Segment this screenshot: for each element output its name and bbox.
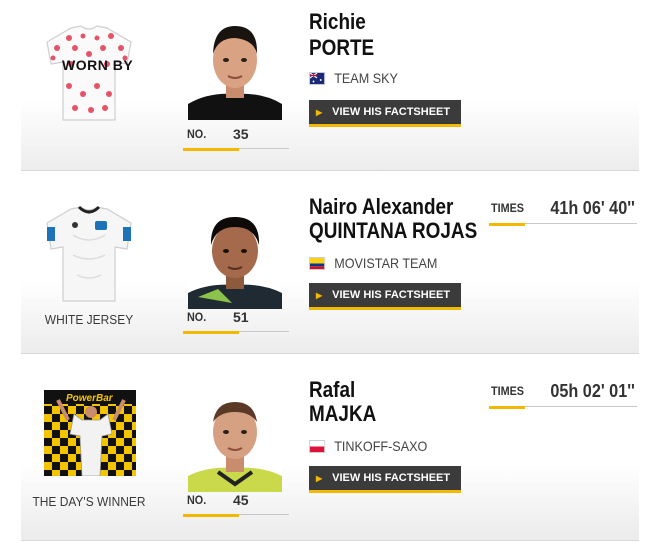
times-underline <box>489 406 525 409</box>
play-arrow-icon: ▶ <box>316 473 323 483</box>
colombia-flag-icon <box>309 256 326 270</box>
rider-photo <box>188 388 282 492</box>
podium-winner-icon: PowerBar <box>44 390 136 476</box>
team-name: TINKOFF-SAXO <box>334 438 428 454</box>
rider-card: WHITE JERSEY NO. 51 Nairo Alexander QUIN… <box>21 181 639 354</box>
view-factsheet-button[interactable]: ▶ VIEW HIS FACTSHEET <box>309 466 461 493</box>
rider-number: NO. 35 <box>183 122 289 151</box>
jersey-label: THE DAY'S WINNER <box>32 494 146 509</box>
time-value: 41h 06' 40'' <box>550 198 635 218</box>
white-jersey-icon <box>46 205 132 302</box>
rider-team: MOVISTAR TEAM <box>309 255 437 271</box>
times-underline <box>489 223 525 226</box>
poland-flag-icon <box>309 439 326 453</box>
times-row: TIMES 41h 06' 40'' <box>489 197 637 226</box>
rider-number: NO. 45 <box>183 488 289 517</box>
worn-by-label: WORN BY <box>62 57 134 73</box>
factsheet-label: VIEW HIS FACTSHEET <box>332 106 451 118</box>
rider-team: TEAM SKY <box>309 70 398 86</box>
rider-photo <box>188 16 282 120</box>
rider-last-name: QUINTANA ROJAS <box>309 218 478 243</box>
number-label: NO. <box>187 493 207 507</box>
number-label: NO. <box>187 127 207 141</box>
number-underline <box>183 331 239 334</box>
rider-number: NO. 51 <box>183 305 289 334</box>
jersey-label: WHITE JERSEY <box>44 312 134 327</box>
number-label: NO. <box>187 310 207 324</box>
number-underline <box>183 514 239 517</box>
rider-last-name: MAJKA <box>309 401 377 426</box>
view-factsheet-button[interactable]: ▶ VIEW HIS FACTSHEET <box>309 283 461 310</box>
team-name: MOVISTAR TEAM <box>334 255 438 271</box>
number-underline <box>183 148 239 151</box>
play-arrow-icon: ▶ <box>316 107 323 117</box>
rider-team: TINKOFF-SAXO <box>309 438 427 454</box>
factsheet-label: VIEW HIS FACTSHEET <box>332 472 451 484</box>
play-arrow-icon: ▶ <box>316 290 323 300</box>
banner-text: PowerBar <box>66 393 114 404</box>
number-value: 45 <box>233 492 249 508</box>
rider-card: WORN BY NO. 35 Richie PORTE TEAM SKY ▶ V… <box>21 0 639 171</box>
australia-flag-icon <box>309 71 326 85</box>
polka-dot-jersey-icon <box>46 25 132 121</box>
rider-first-name: Richie <box>309 9 366 34</box>
rider-card: PowerBar THE DAY'S WINNER NO. 45 Rafal M… <box>21 364 639 541</box>
rider-last-name: PORTE <box>309 35 375 60</box>
time-value: 05h 02' 01'' <box>550 381 635 401</box>
times-label: TIMES <box>491 384 525 398</box>
factsheet-label: VIEW HIS FACTSHEET <box>332 289 451 301</box>
team-name: TEAM SKY <box>334 70 398 86</box>
times-label: TIMES <box>491 201 525 215</box>
rider-first-name: Rafal <box>309 377 356 402</box>
number-value: 51 <box>233 309 249 325</box>
rider-photo <box>188 205 282 309</box>
times-row: TIMES 05h 02' 01'' <box>489 380 637 409</box>
view-factsheet-button[interactable]: ▶ VIEW HIS FACTSHEET <box>309 100 461 127</box>
number-value: 35 <box>233 126 249 142</box>
rider-first-name: Nairo Alexander <box>309 194 454 219</box>
